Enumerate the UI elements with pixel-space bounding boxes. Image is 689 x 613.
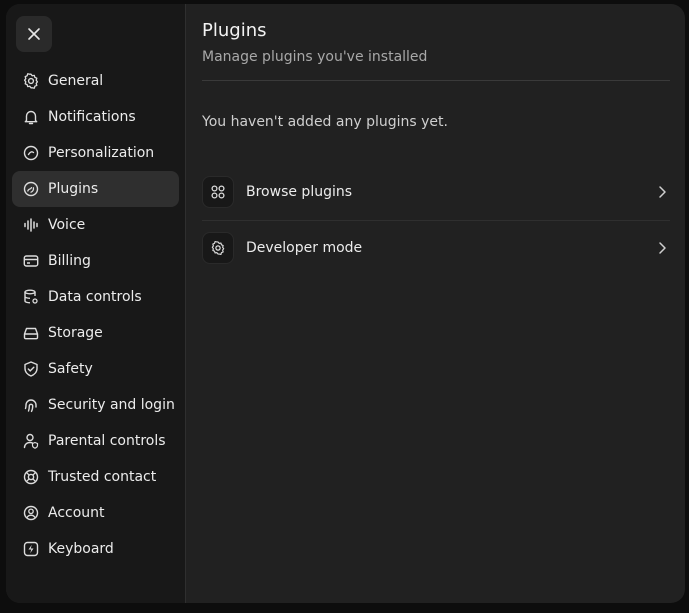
sidebar-item-label: General (48, 73, 104, 89)
sidebar-item-notifications[interactable]: Notifications (12, 99, 179, 135)
gear-icon (22, 72, 40, 90)
card-icon (22, 252, 40, 270)
empty-state-text: You haven't added any plugins yet. (202, 114, 448, 130)
settings-sidebar: General Notifications Personalization Pl… (6, 4, 186, 603)
sidebar-item-storage[interactable]: Storage (12, 315, 179, 351)
storage-icon (22, 324, 40, 342)
sidebar-item-keyboard[interactable]: Keyboard (12, 531, 179, 567)
sidebar-item-personalization[interactable]: Personalization (12, 135, 179, 171)
chevron-right-icon (654, 184, 670, 200)
sidebar-item-security-and-login[interactable]: Security and login (12, 387, 179, 423)
sidebar-item-parental-controls[interactable]: Parental controls (12, 423, 179, 459)
chevron-right-icon (654, 240, 670, 256)
sidebar-item-data-controls[interactable]: Data controls (12, 279, 179, 315)
sidebar-item-label: Plugins (48, 181, 99, 197)
developer-mode-row[interactable]: Developer mode (202, 220, 670, 276)
sidebar-item-plugins[interactable]: Plugins (12, 171, 179, 207)
sidebar-item-label: Parental controls (48, 433, 166, 449)
sidebar-item-general[interactable]: General (12, 63, 179, 99)
waveform-icon (22, 216, 40, 234)
sidebar-item-voice[interactable]: Voice (12, 207, 179, 243)
page-subtitle: Manage plugins you've installed (202, 49, 428, 65)
shield-check-icon (22, 360, 40, 378)
browse-plugins-row[interactable]: Browse plugins (202, 164, 670, 220)
sidebar-item-label: Safety (48, 361, 93, 377)
sidebar-item-label: Trusted contact (48, 469, 157, 485)
user-shield-icon (22, 432, 40, 450)
sidebar-item-trusted-contact[interactable]: Trusted contact (12, 459, 179, 495)
sidebar-item-billing[interactable]: Billing (12, 243, 179, 279)
sidebar-item-label: Voice (48, 217, 86, 233)
sidebar-item-label: Data controls (48, 289, 142, 305)
sidebar-item-safety[interactable]: Safety (12, 351, 179, 387)
sidebar-item-label: Keyboard (48, 541, 114, 557)
user-circle-icon (22, 504, 40, 522)
sidebar-item-account[interactable]: Account (12, 495, 179, 531)
row-label: Browse plugins (246, 184, 353, 200)
sidebar-item-label: Account (48, 505, 105, 521)
fingerprint-icon (22, 396, 40, 414)
lifebuoy-icon (22, 468, 40, 486)
settings-nav: General Notifications Personalization Pl… (12, 63, 179, 567)
keyboard-bolt-icon (22, 540, 40, 558)
sidebar-item-label: Security and login (48, 397, 175, 413)
close-icon (28, 28, 40, 40)
sidebar-item-label: Notifications (48, 109, 136, 125)
page-title: Plugins (202, 20, 267, 41)
database-gear-icon (22, 288, 40, 306)
grid-icon (202, 176, 234, 208)
sidebar-item-label: Storage (48, 325, 103, 341)
header-divider (202, 80, 670, 81)
bell-icon (22, 108, 40, 126)
sidebar-item-label: Personalization (48, 145, 155, 161)
settings-dialog: General Notifications Personalization Pl… (6, 4, 685, 603)
close-button[interactable] (16, 16, 52, 52)
gear-icon (202, 232, 234, 264)
plugins-panel: Plugins Manage plugins you've installed … (202, 4, 670, 603)
row-label: Developer mode (246, 240, 363, 256)
plugins-icon (22, 180, 40, 198)
sidebar-item-label: Billing (48, 253, 91, 269)
personalization-icon (22, 144, 40, 162)
